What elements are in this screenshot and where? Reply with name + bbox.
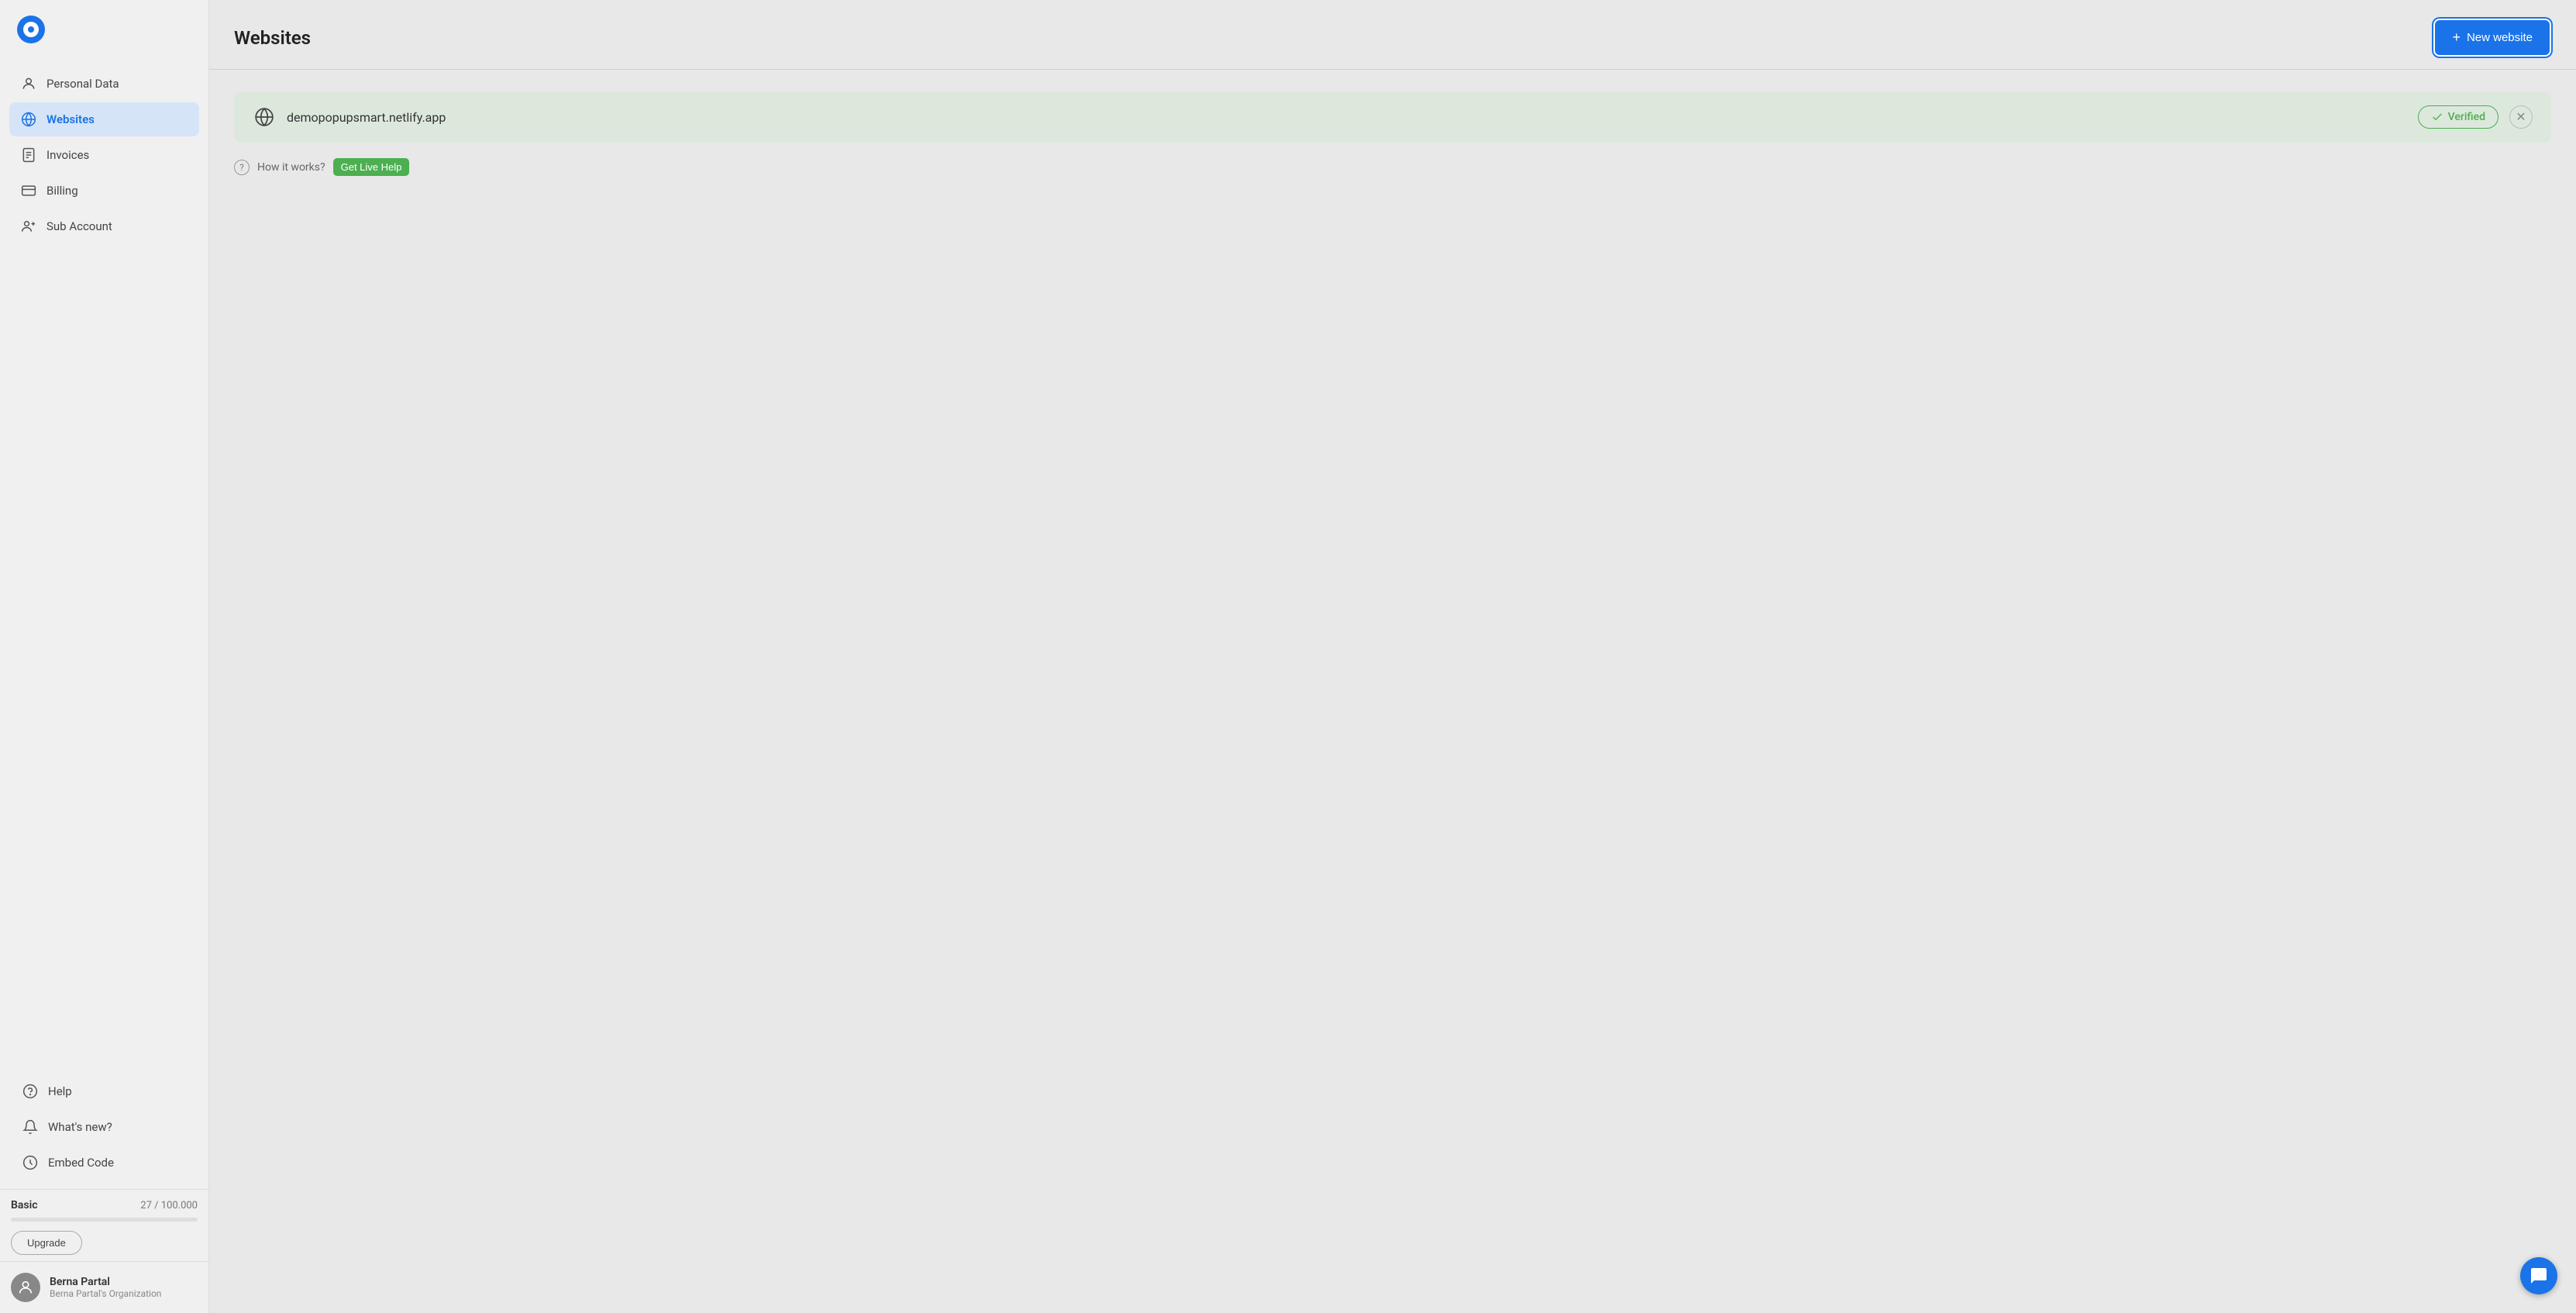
sidebar-item-websites[interactable]: Websites [9,102,199,136]
question-icon: ? [234,160,250,175]
person-icon [20,75,37,92]
how-it-works-section: ? How it works? Get Live Help [234,158,2551,176]
sidebar-item-label: Embed Code [48,1156,114,1170]
upgrade-button[interactable]: Upgrade [11,1231,82,1255]
bell-icon [22,1118,39,1136]
main-header: Websites + New website [209,0,2576,70]
sidebar-item-embed-code[interactable]: Embed Code [11,1146,198,1180]
sidebar-item-whats-new[interactable]: What's new? [11,1110,198,1144]
avatar [11,1273,40,1302]
new-website-button[interactable]: + New website [2433,19,2551,57]
sidebar-item-invoices[interactable]: Invoices [9,138,199,172]
plus-icon: + [2452,29,2461,46]
logo-area [0,0,208,59]
sidebar-item-label: Billing [46,184,78,198]
plan-progress-bar [11,1218,198,1222]
sidebar-item-label: Help [48,1084,72,1098]
embed-icon [22,1154,39,1171]
main-content-area: Websites + New website demopopupsmart.ne… [209,0,2576,1313]
website-left: demopopupsmart.netlify.app [253,105,446,129]
live-help-button[interactable]: Get Live Help [333,158,410,176]
website-right: Verified ✕ [2418,105,2533,129]
user-name: Berna Partal [50,1276,161,1288]
sidebar-item-help[interactable]: Help [11,1074,198,1108]
page-title: Websites [234,27,311,49]
logo-icon [17,16,45,43]
plan-name: Basic [11,1199,38,1211]
sidebar-bottom-nav: Help What's new? Embed Code [0,1067,208,1189]
sidebar-item-label: Invoices [46,148,89,162]
user-info: Berna Partal Berna Partal's Organization [50,1276,161,1299]
sidebar-item-label: Sub Account [46,219,112,233]
websites-list: demopopupsmart.netlify.app Verified ✕ ? … [209,70,2576,1313]
sidebar-item-personal-data[interactable]: Personal Data [9,67,199,101]
sidebar-item-billing[interactable]: Billing [9,174,199,208]
verified-label: Verified [2448,111,2485,123]
sidebar-item-label: Personal Data [46,77,119,91]
sidebar-nav: Personal Data Websites Inv [0,59,208,1067]
how-it-works-text: How it works? [257,161,325,174]
chat-button[interactable] [2520,1257,2557,1294]
subaccount-icon [20,218,37,235]
verified-badge: Verified [2418,105,2499,129]
billing-icon [20,182,37,199]
globe-nav-icon [20,111,37,128]
remove-website-button[interactable]: ✕ [2509,105,2533,129]
user-org: Berna Partal's Organization [50,1288,161,1299]
sidebar-item-sub-account[interactable]: Sub Account [9,209,199,243]
sidebar: Personal Data Websites Inv [0,0,209,1313]
website-url: demopopupsmart.netlify.app [287,110,446,125]
website-globe-icon [253,105,276,129]
sidebar-item-label: Websites [46,112,95,126]
plan-section: Basic 27 / 100.000 Upgrade [0,1189,208,1261]
help-icon [22,1083,39,1100]
new-website-label: New website [2467,31,2533,44]
invoice-icon [20,146,37,164]
website-card: demopopupsmart.netlify.app Verified ✕ [234,91,2551,143]
user-section: Berna Partal Berna Partal's Organization [0,1261,208,1313]
plan-usage: 27 / 100.000 [140,1200,198,1211]
close-icon: ✕ [2516,109,2526,125]
sidebar-item-label: What's new? [48,1120,112,1134]
